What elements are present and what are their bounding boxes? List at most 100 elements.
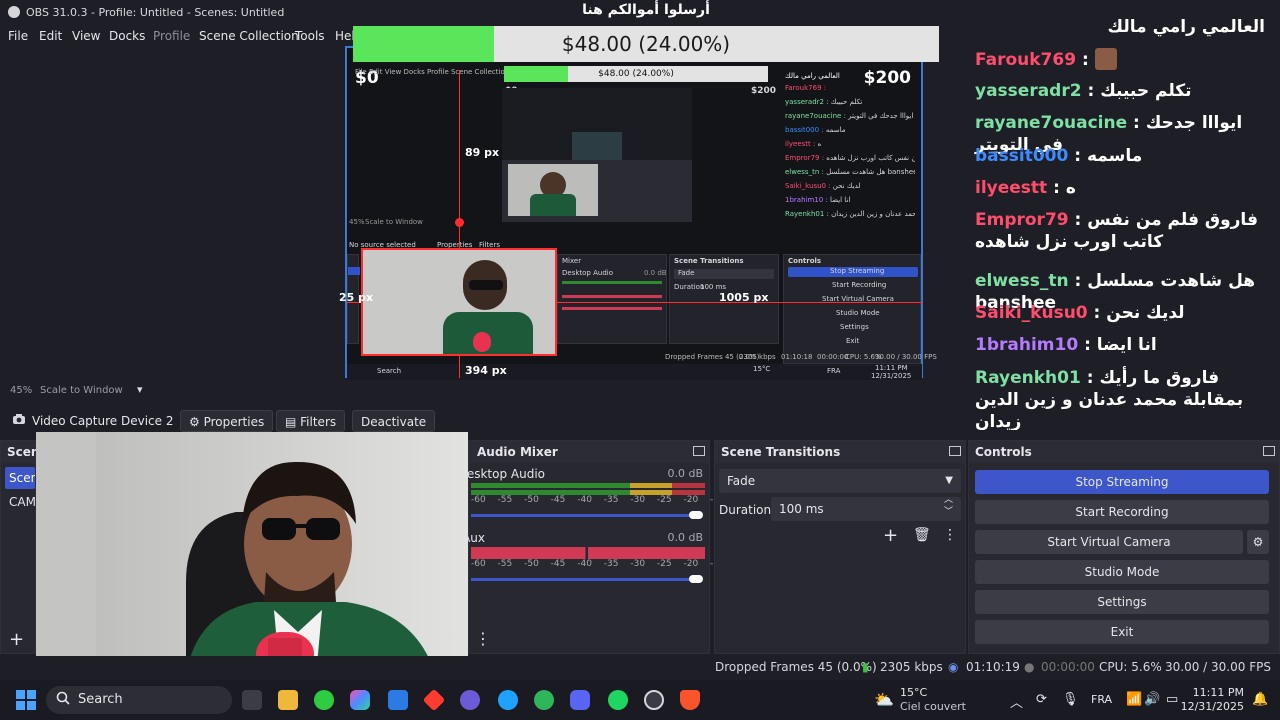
volume-icon[interactable]: 🔊 xyxy=(1144,692,1160,707)
weather-desc[interactable]: Ciel couvert xyxy=(900,700,966,713)
dim-left: 25 px xyxy=(339,291,374,304)
chat-username: elwess_tn xyxy=(975,271,1069,291)
scene-item-cam[interactable]: CAM xyxy=(9,495,36,509)
mixer-ch1-slider[interactable] xyxy=(471,514,697,517)
properties-label: Properties xyxy=(203,415,265,429)
chat-message: bassit000 : ماسمه xyxy=(975,145,1265,167)
deactivate-button[interactable]: Deactivate xyxy=(352,410,436,432)
duration-input[interactable]: 100 ms ︿ ﹀ xyxy=(771,494,961,521)
app-green2-icon[interactable] xyxy=(534,690,554,710)
chat-separator: : xyxy=(1087,303,1107,323)
start-recording-button[interactable]: Start Recording xyxy=(975,500,1269,524)
window-title: OBS 31.0.3 - Profile: Untitled - Scenes:… xyxy=(26,6,285,19)
transition-select[interactable]: Fade ▼ xyxy=(719,469,961,493)
menu-view[interactable]: View xyxy=(72,29,100,43)
chevron-up-icon[interactable]: ︿ xyxy=(1010,692,1023,711)
sync-icon[interactable]: ⟳ xyxy=(1036,692,1047,707)
mini-chat-text: تكلم حبيبك xyxy=(830,98,863,106)
menu-edit[interactable]: Edit xyxy=(39,29,62,43)
taskbar-search[interactable]: Search xyxy=(46,686,232,714)
exit-button[interactable]: Exit xyxy=(975,620,1269,644)
transition-menu-icon[interactable]: ⋮ xyxy=(943,527,957,543)
chat-separator: : xyxy=(1081,81,1101,101)
menu-scene-collection[interactable]: Scene Collection xyxy=(199,29,299,43)
fps: 30.00 / 30.00 FPS xyxy=(1165,660,1271,674)
file-explorer-icon[interactable] xyxy=(278,690,298,710)
weather-temp[interactable]: 15°C xyxy=(900,686,927,699)
stop-streaming-button[interactable]: Stop Streaming xyxy=(975,470,1269,494)
copilot-icon[interactable] xyxy=(350,690,370,710)
selected-source-box[interactable] xyxy=(361,248,557,356)
task-view-icon[interactable] xyxy=(242,690,262,710)
mini-chat-text: ماسمه xyxy=(825,126,846,134)
chat-separator: : xyxy=(1080,368,1100,388)
spotify-icon[interactable] xyxy=(608,690,628,710)
settings-button[interactable]: Settings xyxy=(975,590,1269,614)
clock-time[interactable]: 11:11 PM xyxy=(1182,686,1244,699)
mini-chat-text: فاروق فلم من نفس كاتب اورب نزل شاهده xyxy=(826,154,915,162)
mixer-menu-icon[interactable]: ⋮ xyxy=(475,629,491,648)
brave-icon[interactable] xyxy=(680,690,700,710)
menu-tools[interactable]: Tools xyxy=(295,29,325,43)
duration-label: Duration xyxy=(719,503,772,517)
clock-date[interactable]: 12/31/2025 xyxy=(1176,700,1244,713)
chat-emote-icon xyxy=(1094,48,1117,70)
windows-start-icon[interactable] xyxy=(16,690,36,710)
zoom-dropdown-icon[interactable]: ▾ xyxy=(137,383,143,396)
mini-chat-username: rayane7ouacine : xyxy=(785,112,849,120)
trash-icon[interactable]: 🗑 xyxy=(913,527,931,543)
menu-profile[interactable]: Profile xyxy=(153,29,190,43)
properties-button[interactable]: ⚙ Properties xyxy=(180,410,274,432)
app-purple-icon[interactable] xyxy=(460,690,480,710)
scene-item-selected[interactable]: Scene xyxy=(5,467,35,489)
obs-taskbar-icon[interactable] xyxy=(644,690,664,710)
wifi-icon[interactable]: 📶 xyxy=(1126,692,1142,707)
chat-separator: : xyxy=(1076,50,1095,70)
webcam-overlay xyxy=(36,432,468,676)
menu-file[interactable]: File xyxy=(8,29,28,43)
mixer-ch2-slider[interactable] xyxy=(471,578,697,581)
donation-bar: $48.00 (24.00%) xyxy=(353,26,939,62)
menu-bar: File Edit View Docks Profile Scene Colle… xyxy=(0,26,362,46)
transition-value: Fade xyxy=(727,474,756,488)
language-indicator[interactable]: FRA xyxy=(1091,693,1112,706)
microphone-icon[interactable]: 🎙 xyxy=(1062,692,1079,707)
donation-goal: أرسلوا أموالكم هنا $48.00 (24.00%) xyxy=(353,0,939,62)
guide-handle[interactable] xyxy=(455,218,464,227)
store-icon[interactable] xyxy=(388,690,408,710)
popout-icon[interactable] xyxy=(693,446,705,456)
source-toolbar: Video Capture Device 2 ⚙ Properties ▤ Fi… xyxy=(0,406,965,432)
add-scene-icon[interactable]: + xyxy=(9,629,24,650)
controls-dock: Controls Stop Streaming Start Recording … xyxy=(968,440,1280,654)
app-green-icon[interactable] xyxy=(314,690,334,710)
add-transition-icon[interactable]: + xyxy=(883,525,898,546)
spin-arrows-icon[interactable]: ︿ ﹀ xyxy=(944,494,953,518)
discord-icon[interactable] xyxy=(570,690,590,710)
preview-canvas[interactable]: $0 $200 File Edit View Docks Profile Sce… xyxy=(339,46,937,380)
studio-mode-button[interactable]: Studio Mode xyxy=(975,560,1269,584)
mixer-ch2-name: Mic/Aux xyxy=(465,531,485,545)
notification-icon[interactable]: 🔔 xyxy=(1252,692,1268,707)
mixer-ch1-db: 0.0 dB xyxy=(667,467,703,480)
bitrate: 2305 kbps xyxy=(880,660,943,674)
mini-meter-1 xyxy=(562,281,662,284)
edge-icon[interactable] xyxy=(498,690,518,710)
weather-icon[interactable]: ⛅ xyxy=(874,690,894,710)
filter-icon: ▤ xyxy=(285,415,301,429)
mixer-ch2-handle[interactable] xyxy=(689,575,703,583)
menu-docks[interactable]: Docks xyxy=(109,29,145,43)
virtual-camera-settings-button[interactable]: ⚙ xyxy=(1247,530,1269,554)
app-red-icon[interactable] xyxy=(422,688,446,712)
audio-mixer-dock: Audio Mixer Desktop Audio 0.0 dB -60 -55… xyxy=(465,440,790,654)
mixer-ch1-handle[interactable] xyxy=(689,511,703,519)
filters-button[interactable]: ▤ Filters xyxy=(276,410,346,432)
mini-nested-docks xyxy=(502,160,692,222)
popout-icon[interactable] xyxy=(949,446,961,456)
mixer-dock-title: Audio Mixer xyxy=(469,441,709,463)
start-virtual-camera-button[interactable]: Start Virtual Camera xyxy=(975,530,1243,554)
chat-message: Rayenkh01 : فاروق ما رأيك بمقابلة محمد ع… xyxy=(975,367,1265,430)
popout-icon[interactable] xyxy=(1263,446,1275,456)
zoom-mode[interactable]: Scale to Window xyxy=(40,385,123,396)
dim-top: 89 px xyxy=(465,146,500,159)
chat-message: 1brahim10 : انا ايضا xyxy=(975,334,1265,356)
